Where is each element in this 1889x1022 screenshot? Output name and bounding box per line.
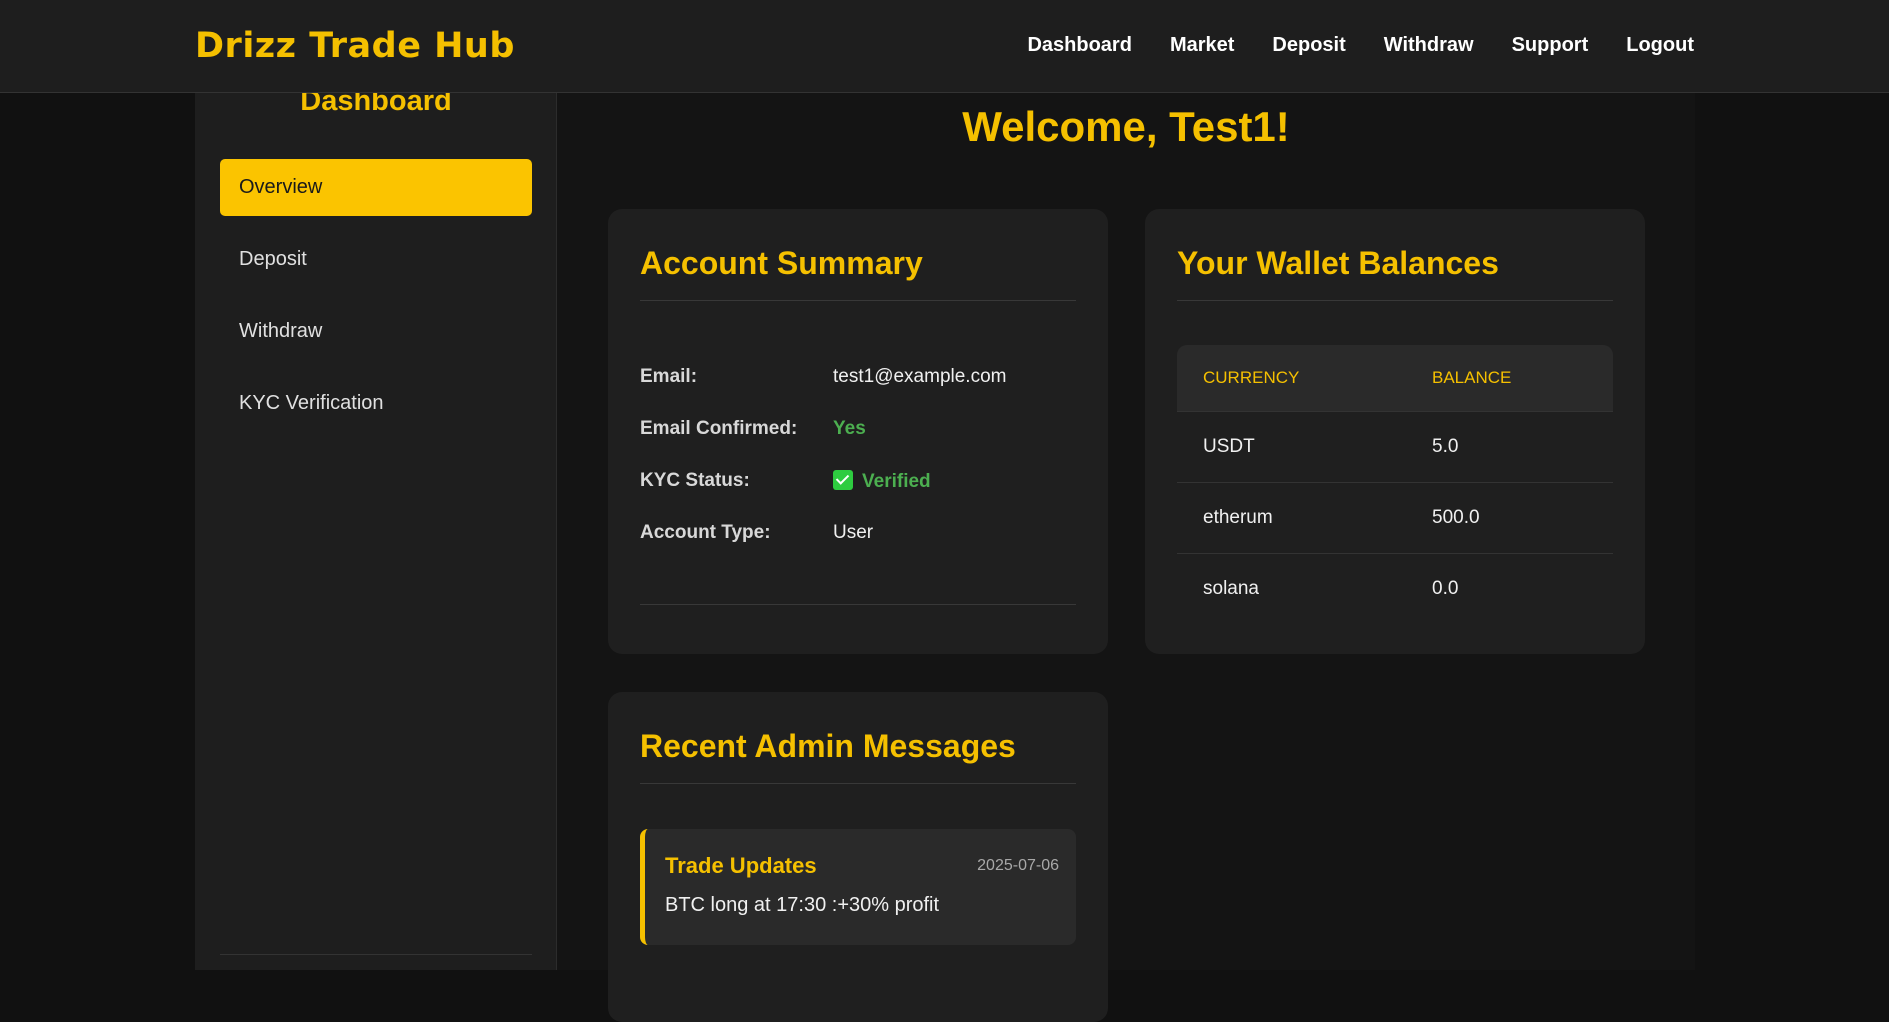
- sidebar-item-kyc-verification[interactable]: KYC Verification: [220, 375, 532, 432]
- nav-link-logout[interactable]: Logout: [1626, 34, 1694, 57]
- sidebar-item-withdraw[interactable]: Withdraw: [220, 303, 532, 360]
- balance-cell: 500.0: [1406, 481, 1613, 553]
- email-confirmed-label: Email Confirmed:: [640, 418, 798, 439]
- account-type-value: User: [833, 522, 874, 543]
- sidebar-item-deposit[interactable]: Deposit: [220, 231, 532, 288]
- message-item[interactable]: Trade Updates 2025-07-06 BTC long at 17:…: [640, 829, 1076, 945]
- brand-logo[interactable]: Drizz Trade Hub: [195, 26, 515, 66]
- welcome-heading: Welcome, Test1!: [962, 103, 1290, 150]
- sidebar-divider: [220, 954, 532, 955]
- summary-divider: [640, 604, 1076, 605]
- sidebar: Dashboard Overview Deposit Withdraw KYC …: [195, 85, 557, 970]
- column-header-currency: CURRENCY: [1177, 345, 1406, 411]
- account-summary-title: Account Summary: [640, 245, 1076, 301]
- nav-link-withdraw[interactable]: Withdraw: [1384, 34, 1474, 57]
- main-content: Welcome, Test1! Account Summary Email: t…: [557, 93, 1695, 1022]
- nav-links: Dashboard Market Deposit Withdraw Suppor…: [1027, 34, 1694, 57]
- kyc-status-value: Verified: [862, 470, 931, 492]
- balance-cell: 5.0: [1406, 410, 1613, 482]
- nav-link-deposit[interactable]: Deposit: [1272, 34, 1345, 57]
- nav-link-market[interactable]: Market: [1170, 34, 1234, 57]
- nav-link-dashboard[interactable]: Dashboard: [1027, 34, 1131, 57]
- sidebar-item-overview[interactable]: Overview: [220, 159, 532, 216]
- checkmark-icon: [833, 469, 853, 490]
- summary-row-kyc-status: KYC Status: Verified: [640, 455, 1076, 507]
- summary-row-email: Email: test1@example.com: [640, 351, 1076, 403]
- message-title: Trade Updates: [665, 853, 817, 878]
- admin-messages-card: Recent Admin Messages Trade Updates 2025…: [608, 692, 1108, 1022]
- message-body: BTC long at 17:30 :+30% profit: [665, 894, 940, 916]
- account-summary-card: Account Summary Email: test1@example.com…: [608, 209, 1108, 654]
- column-header-balance: BALANCE: [1406, 345, 1613, 411]
- balance-cell: 0.0: [1406, 552, 1613, 624]
- table-row: etherum 500.0: [1177, 481, 1613, 553]
- message-date: 2025-07-06: [977, 857, 1059, 874]
- wallet-balances-card: Your Wallet Balances CURRENCY BALANCE US…: [1145, 209, 1645, 654]
- kyc-status-label: KYC Status:: [640, 470, 750, 491]
- table-header-row: CURRENCY BALANCE: [1177, 345, 1613, 411]
- table-row: USDT 5.0: [1177, 410, 1613, 482]
- summary-row-account-type: Account Type: User: [640, 507, 1076, 559]
- page-container: Dashboard Overview Deposit Withdraw KYC …: [195, 85, 1695, 1022]
- account-type-label: Account Type:: [640, 522, 771, 543]
- currency-cell: solana: [1177, 552, 1406, 624]
- table-row: solana 0.0: [1177, 552, 1613, 624]
- nav-link-support[interactable]: Support: [1512, 34, 1589, 57]
- currency-cell: etherum: [1177, 481, 1406, 553]
- email-label: Email:: [640, 366, 698, 387]
- top-navbar: Drizz Trade Hub Dashboard Market Deposit…: [0, 0, 1889, 93]
- admin-messages-title: Recent Admin Messages: [640, 728, 1076, 784]
- email-confirmed-value: Yes: [833, 418, 866, 439]
- kyc-status-value-wrap: Verified: [833, 469, 931, 493]
- summary-row-email-confirmed: Email Confirmed: Yes: [640, 403, 1076, 455]
- email-value: test1@example.com: [833, 366, 1007, 387]
- sidebar-menu: Overview Deposit Withdraw KYC Verificati…: [220, 159, 532, 447]
- wallet-balances-title: Your Wallet Balances: [1177, 245, 1613, 301]
- wallet-balances-table: CURRENCY BALANCE USDT 5.0 etherum 500.0 …: [1177, 345, 1613, 624]
- currency-cell: USDT: [1177, 410, 1406, 482]
- account-summary-rows: Email: test1@example.com Email Confirmed…: [640, 351, 1076, 559]
- message-header: Trade Updates 2025-07-06: [665, 829, 1059, 879]
